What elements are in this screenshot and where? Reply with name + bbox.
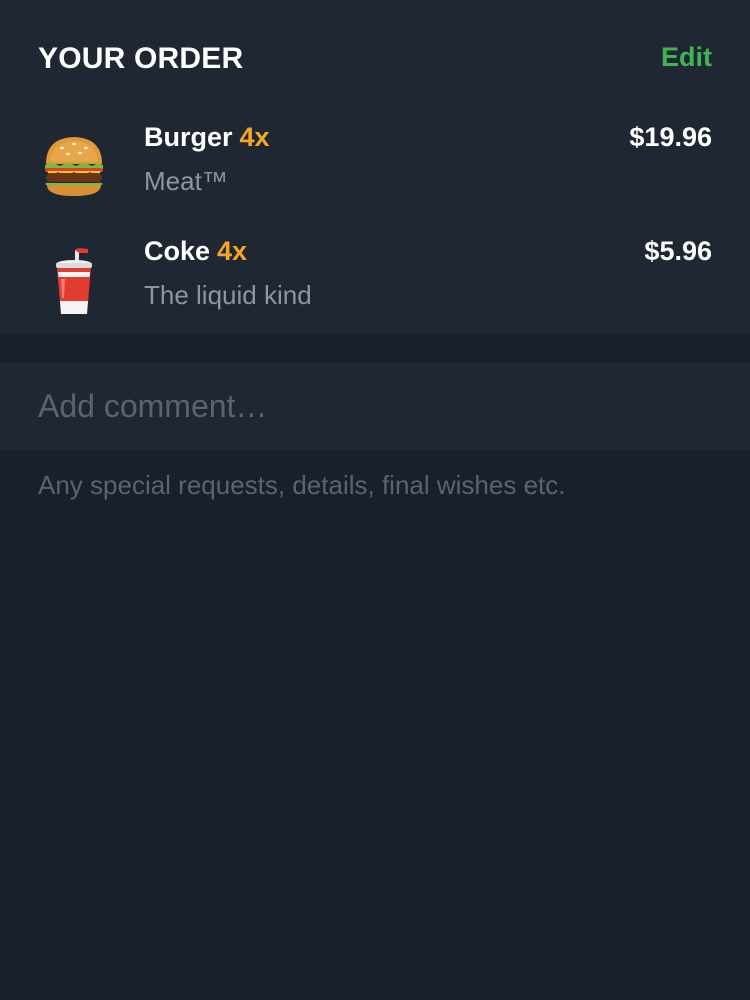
order-page: YOUR ORDER Edit Burger 4x Meat™ $19.96 C… bbox=[0, 0, 750, 1000]
drink-cup-icon bbox=[42, 246, 106, 316]
item-description: Meat™ bbox=[144, 166, 228, 196]
order-summary-card: YOUR ORDER Edit Burger 4x Meat™ $19.96 C… bbox=[0, 0, 750, 334]
comment-hint: Any special requests, details, final wis… bbox=[38, 470, 566, 500]
order-item-coke: Coke 4x The liquid kind $5.96 bbox=[0, 232, 750, 332]
item-price: $19.96 bbox=[629, 122, 712, 152]
item-price: $5.96 bbox=[644, 236, 712, 266]
comment-box bbox=[0, 363, 750, 450]
order-title: YOUR ORDER bbox=[38, 42, 244, 75]
item-description: The liquid kind bbox=[144, 280, 312, 310]
order-item-burger: Burger 4x Meat™ $19.96 bbox=[0, 118, 750, 218]
item-quantity: 4x bbox=[239, 122, 270, 152]
order-header: YOUR ORDER Edit bbox=[38, 38, 712, 82]
item-name: Coke 4x bbox=[144, 236, 248, 266]
item-quantity: 4x bbox=[217, 236, 248, 266]
edit-button[interactable]: Edit bbox=[661, 42, 712, 73]
burger-icon bbox=[42, 132, 106, 202]
item-name: Burger 4x bbox=[144, 122, 270, 152]
comment-input[interactable] bbox=[38, 363, 712, 450]
